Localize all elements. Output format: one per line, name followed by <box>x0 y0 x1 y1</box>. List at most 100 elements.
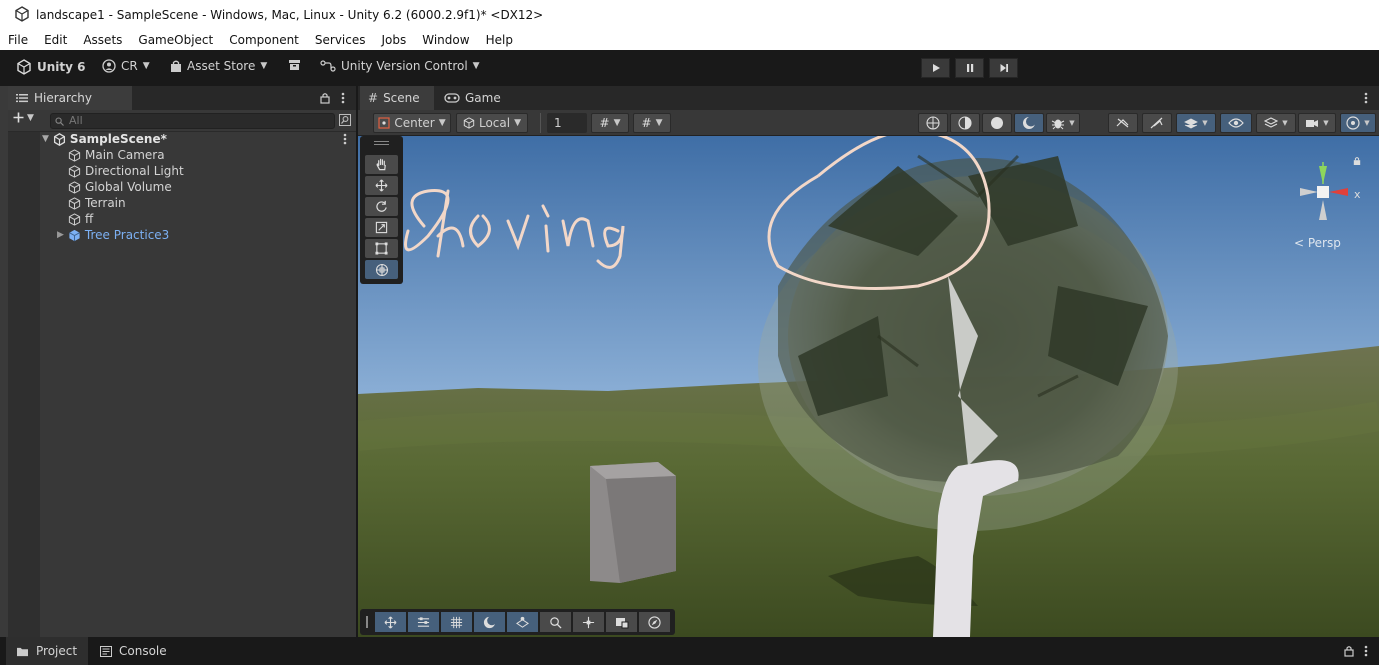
lit-sphere-icon <box>1023 116 1036 129</box>
asset-store-button[interactable]: Asset Store ▼ <box>170 59 267 73</box>
chevron-down-icon: ▼ <box>260 61 268 71</box>
step-button[interactable] <box>989 58 1018 78</box>
hierarchy-search-input[interactable]: All <box>50 113 335 129</box>
orientation-gizmo[interactable]: x < Persp <box>1294 150 1366 260</box>
pivot-mode-dropdown[interactable]: Center ▼ <box>373 113 451 133</box>
shopping-bag-icon <box>171 60 181 72</box>
chevron-down-icon: ▼ <box>613 118 621 128</box>
scene-overlay-toolbar <box>360 609 675 635</box>
hierarchy-item-main-camera[interactable]: Main Camera <box>68 147 165 163</box>
rotate-tool-button[interactable] <box>365 197 398 216</box>
audio-toggle-button[interactable] <box>1142 113 1172 133</box>
shading-wireframe-button[interactable] <box>918 113 948 133</box>
scene-row[interactable]: ▼ SampleScene* <box>42 131 354 147</box>
gamepad-icon <box>444 93 460 103</box>
overlay-camera-button[interactable] <box>606 612 637 632</box>
overlay-move-button[interactable] <box>375 612 406 632</box>
tab-hierarchy[interactable]: Hierarchy <box>8 86 132 110</box>
package-button[interactable] <box>288 59 301 71</box>
shading-shaded-wireframe-button[interactable] <box>950 113 980 133</box>
unity-version-label: Unity 6 <box>37 60 86 74</box>
menu-services[interactable]: Services <box>307 33 374 47</box>
cube-outline-icon <box>68 180 81 194</box>
tab-scene[interactable]: # Scene <box>360 86 434 110</box>
overlay-orientation-button[interactable] <box>639 612 670 632</box>
camera-icon <box>1306 120 1319 127</box>
overlay-tool-settings-button[interactable] <box>408 612 439 632</box>
pivot-rotation-dropdown[interactable]: Local ▼ <box>456 113 528 133</box>
kebab-menu-icon[interactable] <box>341 92 345 104</box>
debug-draw-mode-button[interactable]: ▼ <box>1046 113 1080 133</box>
unity-logo-icon <box>15 6 29 22</box>
overlay-transform-button[interactable] <box>573 612 604 632</box>
menu-file[interactable]: File <box>0 33 36 47</box>
audio-mute-icon <box>1150 117 1163 129</box>
rect-tool-button[interactable] <box>365 239 398 258</box>
lock-icon[interactable] <box>320 92 330 104</box>
drag-handle-icon[interactable] <box>366 616 368 628</box>
menu-help[interactable]: Help <box>478 33 521 47</box>
tool-strip <box>360 136 403 284</box>
chevron-down-icon: ▼ <box>514 118 522 128</box>
kebab-menu-icon[interactable] <box>343 133 347 145</box>
overlay-search-button[interactable] <box>540 612 571 632</box>
drag-handle-icon[interactable] <box>374 141 389 142</box>
lock-icon[interactable] <box>1344 645 1354 657</box>
layers-dropdown[interactable]: ▼ <box>1256 113 1296 133</box>
transform-tool-button[interactable] <box>365 260 398 279</box>
hierarchy-item-label: Global Volume <box>85 180 172 194</box>
menu-window[interactable]: Window <box>414 33 477 47</box>
chevron-down-icon: ▼ <box>1202 119 1208 127</box>
hierarchy-item-terrain[interactable]: Terrain <box>68 195 126 211</box>
hand-tool-button[interactable] <box>365 155 398 174</box>
effects-toggle-button[interactable]: ▼ <box>1176 113 1216 133</box>
tab-game[interactable]: Game <box>442 86 501 110</box>
chevron-down-icon[interactable]: ▼ <box>42 134 49 144</box>
menu-component[interactable]: Component <box>221 33 307 47</box>
hierarchy-item-tree-practice3[interactable]: ▶ Tree Practice3 <box>57 227 169 243</box>
add-button[interactable]: ▼ <box>13 112 34 123</box>
move-tool-button[interactable] <box>365 176 398 195</box>
tab-project[interactable]: Project <box>6 637 88 665</box>
pause-button[interactable] <box>955 58 984 78</box>
scale-tool-button[interactable] <box>365 218 398 237</box>
version-control-button[interactable]: Unity Version Control ▼ <box>320 59 480 73</box>
gizmos-dropdown[interactable]: ▼ <box>1340 113 1376 133</box>
play-button[interactable] <box>921 58 950 78</box>
overlay-lighting-button[interactable] <box>474 612 505 632</box>
tab-console[interactable]: Console <box>90 637 167 665</box>
menu-jobs[interactable]: Jobs <box>374 33 415 47</box>
camera-settings-dropdown[interactable]: ▼ <box>1298 113 1336 133</box>
shading-shaded-button[interactable] <box>982 113 1012 133</box>
scene-search-icon[interactable] <box>339 114 351 126</box>
scene-visibility-button[interactable] <box>1220 113 1252 133</box>
menu-edit[interactable]: Edit <box>36 33 75 47</box>
hierarchy-item-directional-light[interactable]: Directional Light <box>68 163 184 179</box>
transform-icon <box>375 263 388 276</box>
rect-transform-icon <box>375 242 388 255</box>
grid-snap-value-input[interactable]: 1 <box>547 113 587 133</box>
hierarchy-item-label: Main Camera <box>85 148 165 162</box>
kebab-menu-icon[interactable] <box>1364 645 1368 657</box>
2d-toggle-button[interactable] <box>1108 113 1138 133</box>
hierarchy-item-label: Terrain <box>85 196 126 210</box>
grid-icon: # <box>368 91 379 105</box>
chevron-right-icon[interactable]: ▶ <box>57 230 64 240</box>
title-bar: landscape1 - SampleScene - Windows, Mac,… <box>0 0 1379 30</box>
menu-gameobject[interactable]: GameObject <box>130 33 221 47</box>
rotate-icon <box>376 200 387 212</box>
shading-lit-button[interactable] <box>1014 113 1044 133</box>
overlay-navigation-button[interactable] <box>507 612 538 632</box>
scene-viewport[interactable]: x < Persp <box>358 136 1379 637</box>
wireframe-sphere-icon <box>926 116 940 130</box>
perspective-label[interactable]: < Persp <box>1294 236 1341 250</box>
overlay-grid-snap-button[interactable] <box>441 612 472 632</box>
account-button[interactable]: CR ▼ <box>102 59 150 73</box>
hierarchy-item-ff[interactable]: ff <box>68 211 93 227</box>
unity-menu-button[interactable]: Unity 6 <box>16 59 86 75</box>
menu-assets[interactable]: Assets <box>75 33 130 47</box>
hierarchy-item-global-volume[interactable]: Global Volume <box>68 179 172 195</box>
grid-visibility-button[interactable]: # ▼ <box>591 113 629 133</box>
kebab-menu-icon[interactable] <box>1364 92 1368 104</box>
incremental-snap-button[interactable]: # ▼ <box>633 113 671 133</box>
